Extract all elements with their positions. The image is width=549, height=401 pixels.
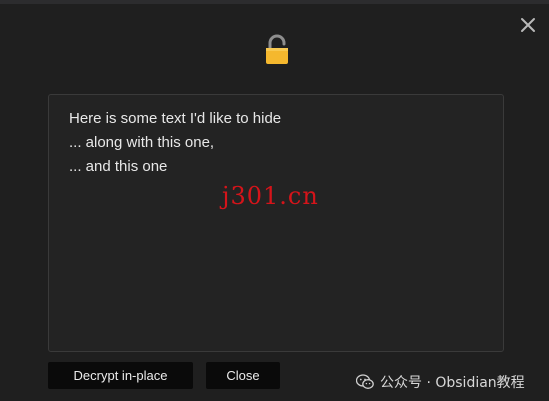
decrypt-modal: Here is some text I'd like to hide ... a… xyxy=(0,4,549,401)
wechat-watermark-text: 公众号 · Obsidian教程 xyxy=(380,375,525,391)
text-line: Here is some text I'd like to hide xyxy=(69,110,282,127)
wechat-icon xyxy=(356,374,374,389)
decrypt-in-place-button[interactable]: Decrypt in-place xyxy=(48,362,193,389)
text-line: ... along with this one, xyxy=(69,134,215,151)
close-button[interactable]: Close xyxy=(206,362,280,389)
close-icon[interactable] xyxy=(517,14,539,36)
site-watermark: j301.cn xyxy=(222,182,319,210)
decrypted-text-area[interactable]: Here is some text I'd like to hide ... a… xyxy=(48,94,504,352)
wechat-watermark: 公众号 · Obsidian教程 xyxy=(356,372,525,392)
unlocked-padlock-icon xyxy=(266,34,288,64)
text-line: ... and this one xyxy=(69,158,168,175)
